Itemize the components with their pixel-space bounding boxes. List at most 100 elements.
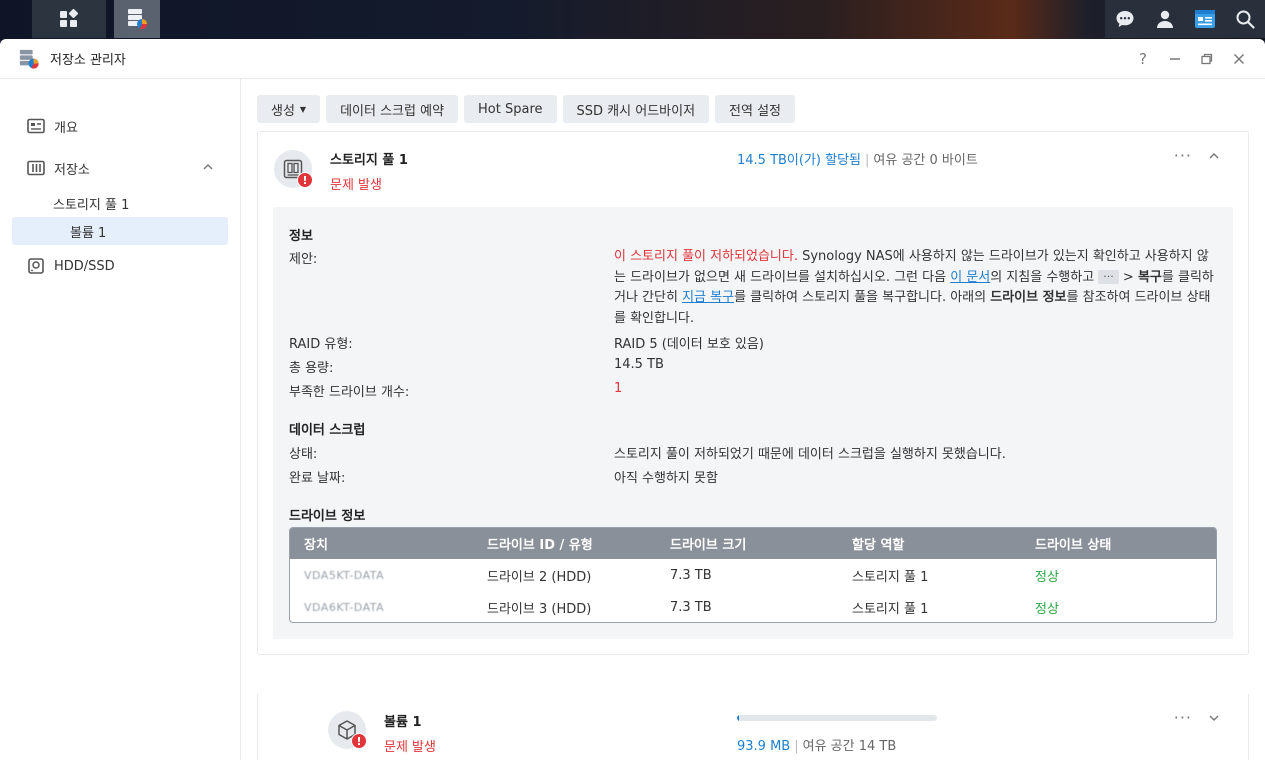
more-options-icon[interactable]: ··· bbox=[1174, 146, 1192, 165]
column-header[interactable]: 드라이브 상태 bbox=[1035, 534, 1111, 553]
sidebar-item-storage-pool-1[interactable]: 스토리지 풀 1 bbox=[0, 189, 240, 217]
missing-drives-label: 부족한 드라이브 개수: bbox=[289, 385, 410, 400]
create-button[interactable]: 생성 ▼ bbox=[257, 95, 321, 123]
help-button[interactable]: ? bbox=[1127, 47, 1159, 71]
more-options-icon[interactable]: ··· bbox=[1174, 708, 1192, 727]
table-row[interactable]: VDA5KT-DATA 드라이브 2 (HDD) 7.3 TB 스토리지 풀 1… bbox=[290, 559, 1216, 591]
missing-drives-value: 1 bbox=[614, 381, 623, 396]
main-content: 생성 ▼ 데이터 스크럽 예약 Hot Spare SSD 캐시 어드바이저 전… bbox=[242, 79, 1265, 760]
storage-manager-icon bbox=[128, 9, 148, 30]
main-menu-button[interactable] bbox=[32, 0, 106, 38]
volume-usage-fill bbox=[737, 715, 739, 721]
device-name: VDA6KT-DATA bbox=[304, 600, 385, 614]
sidebar: 개요 저장소 스토리지 풀 1 볼륨 1 HDD/SSD bbox=[0, 79, 241, 760]
drive-status: 정상 bbox=[1035, 569, 1059, 585]
desktop-taskbar bbox=[0, 0, 1265, 40]
taskbar-tray bbox=[1105, 0, 1265, 38]
scrub-date-label: 완료 날짜: bbox=[289, 471, 346, 486]
suggestion-part: 를 클릭하여 스토리지 풀을 복구합니다. 아래의 bbox=[734, 290, 991, 305]
drive-info-section-title: 드라이브 정보 bbox=[289, 509, 366, 524]
notifications-button[interactable] bbox=[1105, 0, 1145, 38]
raid-type-label: RAID 유형: bbox=[289, 337, 353, 352]
search-icon bbox=[1236, 10, 1255, 29]
hot-spare-button[interactable]: Hot Spare bbox=[464, 95, 557, 123]
volume-icon: ! bbox=[328, 711, 367, 749]
sidebar-item-hdd-ssd[interactable]: HDD/SSD bbox=[0, 245, 240, 287]
volume-status: 문제 발생 bbox=[384, 740, 436, 755]
info-section-title: 정보 bbox=[289, 229, 313, 244]
widgets-button[interactable] bbox=[1185, 0, 1225, 38]
scrub-status-value: 스토리지 풀이 저하되었기 때문에 데이터 스크럽을 실행하지 못했습니다. bbox=[614, 447, 1006, 462]
hdd-icon bbox=[26, 256, 46, 276]
window-titlebar: 저장소 관리자 ? bbox=[0, 39, 1265, 79]
global-settings-button[interactable]: 전역 설정 bbox=[715, 95, 796, 123]
drive-size: 7.3 TB bbox=[670, 567, 712, 583]
sidebar-item-overview[interactable]: 개요 bbox=[0, 105, 240, 147]
restore-icon bbox=[1201, 53, 1213, 65]
create-button-label: 생성 bbox=[271, 103, 295, 119]
volume-usage-bar bbox=[737, 715, 937, 721]
scrub-schedule-button[interactable]: 데이터 스크럽 예약 bbox=[326, 95, 459, 123]
window-title: 저장소 관리자 bbox=[50, 53, 126, 68]
minimize-button[interactable] bbox=[1159, 47, 1191, 71]
sidebar-item-volume-1[interactable]: 볼륨 1 bbox=[12, 217, 228, 245]
sidebar-item-storage[interactable]: 저장소 bbox=[0, 147, 240, 189]
warning-badge-icon: ! bbox=[297, 172, 313, 188]
search-button[interactable] bbox=[1225, 0, 1265, 38]
sidebar-item-label: 저장소 bbox=[54, 162, 90, 178]
total-capacity-value: 14.5 TB bbox=[614, 357, 664, 372]
suggestion-label: 제안: bbox=[289, 252, 318, 267]
volume-name: 볼륨 1 bbox=[384, 715, 422, 730]
warning-badge-icon: ! bbox=[351, 733, 367, 749]
chat-bubble-icon bbox=[1116, 11, 1134, 27]
data-scrub-section-title: 데이터 스크럽 bbox=[289, 423, 366, 438]
allocated-size: 14.5 TB이(가) 할당됨 bbox=[737, 153, 862, 168]
storage-pool-header[interactable]: ! 스토리지 풀 1 문제 발생 14.5 TB이(가) 할당됨 | 여유 공간 0… bbox=[258, 132, 1248, 207]
degraded-warning: 이 스토리지 풀이 저하되었습니다. bbox=[614, 249, 798, 264]
widget-icon bbox=[1195, 10, 1215, 28]
drive-id-type: 드라이브 2 (HDD) bbox=[487, 569, 592, 585]
storage-icon bbox=[26, 158, 46, 178]
free-space: 여유 공간 0 바이트 bbox=[873, 153, 978, 168]
sidebar-item-label: HDD/SSD bbox=[54, 258, 115, 274]
overview-icon bbox=[26, 116, 46, 136]
user-button[interactable] bbox=[1145, 0, 1185, 38]
chevron-up-icon[interactable] bbox=[202, 161, 214, 173]
volume-card[interactable]: ! 볼륨 1 문제 발생 93.9 MB | 여유 공간 14 TB ··· bbox=[257, 694, 1249, 760]
this-document-link[interactable]: 이 문서 bbox=[950, 270, 990, 285]
raid-type-value: RAID 5 (데이터 보호 있음) bbox=[614, 337, 764, 352]
storage-pool-card: ! 스토리지 풀 1 문제 발생 14.5 TB이(가) 할당됨 | 여유 공간 0… bbox=[257, 131, 1249, 655]
scrub-status-label: 상태: bbox=[289, 447, 318, 462]
total-capacity-label: 총 용량: bbox=[289, 361, 334, 376]
restore-button[interactable] bbox=[1191, 47, 1223, 71]
table-row[interactable]: VDA6KT-DATA 드라이브 3 (HDD) 7.3 TB 스토리지 풀 1… bbox=[290, 591, 1216, 622]
apps-grid-icon bbox=[60, 9, 79, 27]
suggestion-part: 의 지침을 수행하고 bbox=[990, 269, 1099, 285]
taskbar-storage-manager[interactable] bbox=[114, 0, 160, 38]
close-button[interactable] bbox=[1223, 47, 1255, 71]
more-options-chip-icon: ··· bbox=[1098, 270, 1119, 284]
drive-size: 7.3 TB bbox=[670, 599, 712, 615]
separator: | bbox=[794, 739, 799, 754]
caret-down-icon: ▼ bbox=[299, 104, 307, 114]
column-header[interactable]: 할당 역할 bbox=[852, 534, 904, 553]
drive-role: 스토리지 풀 1 bbox=[852, 601, 929, 617]
chevron-down-icon[interactable] bbox=[1208, 712, 1220, 724]
column-header[interactable]: 장치 bbox=[304, 534, 328, 553]
close-icon bbox=[1234, 54, 1244, 64]
repair-now-link[interactable]: 지금 복구 bbox=[682, 290, 734, 305]
suggestion-part: > bbox=[1118, 269, 1138, 285]
drive-role: 스토리지 풀 1 bbox=[852, 569, 929, 585]
column-header[interactable]: 드라이브 ID / 유형 bbox=[487, 534, 593, 553]
storage-manager-window: 저장소 관리자 ? 개요 저장소 스토리지 풀 1 볼륨 1 HDD/SSD 생… bbox=[0, 39, 1265, 760]
storage-manager-app-icon bbox=[19, 49, 39, 69]
volume-used: 93.9 MB bbox=[737, 739, 791, 754]
column-header[interactable]: 드라이브 크기 bbox=[670, 534, 746, 553]
drive-info-table: 장치 드라이브 ID / 유형 드라이브 크기 할당 역할 드라이브 상태 VD… bbox=[289, 527, 1217, 623]
drive-info-bold-text: 드라이브 정보 bbox=[990, 290, 1067, 305]
storage-pool-icon: ! bbox=[274, 150, 313, 188]
drive-status: 정상 bbox=[1035, 601, 1059, 617]
ssd-cache-advisor-button[interactable]: SSD 캐시 어드바이저 bbox=[562, 95, 710, 123]
storage-pool-allocation: 14.5 TB이(가) 할당됨 | 여유 공간 0 바이트 bbox=[737, 149, 978, 168]
chevron-up-icon[interactable] bbox=[1208, 150, 1220, 162]
